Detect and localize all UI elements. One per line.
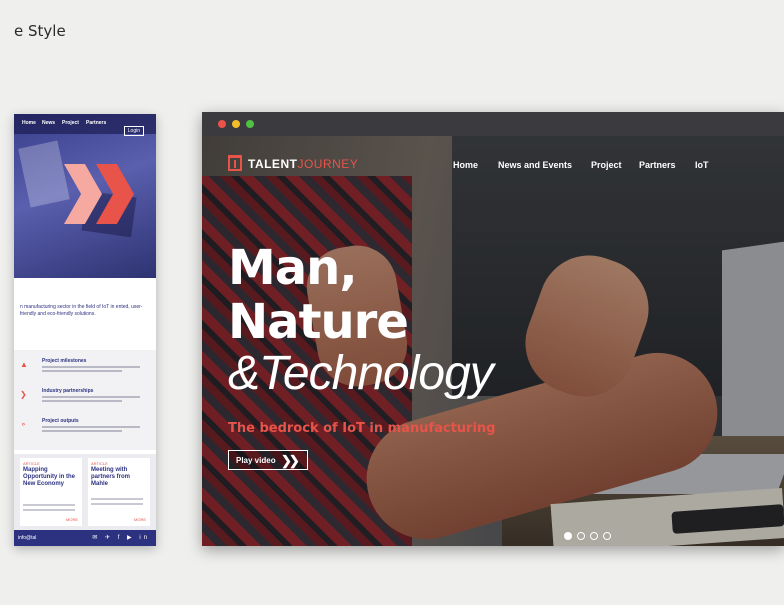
- mobile-nav-item[interactable]: Home: [22, 120, 36, 126]
- browser-mockup: TALENTJOURNEY Home News and Events Proje…: [202, 112, 784, 546]
- article-card[interactable]: ARTICLE Meeting with partners from Mahle…: [88, 458, 150, 526]
- brand-name-bold: TALENT: [248, 157, 298, 171]
- text-line: [91, 498, 143, 500]
- carousel-dot[interactable]: [590, 532, 598, 540]
- text-line: [23, 504, 75, 506]
- hero-title-line: &Technology: [228, 347, 494, 400]
- carousel-dot[interactable]: [577, 532, 585, 540]
- mobile-features-panel: ▲ Project milestones ❯ Industry partners…: [14, 350, 156, 450]
- play-video-label: Play video: [236, 456, 276, 465]
- feature-item: ▲ Project milestones: [20, 358, 150, 382]
- hero-title-line: Man,: [228, 240, 358, 296]
- talent-journey-logo-icon[interactable]: [228, 155, 242, 171]
- text-line: [42, 370, 122, 372]
- card-title: Meeting with partners from Mahle: [91, 467, 131, 487]
- maximize-window-icon[interactable]: [246, 120, 254, 128]
- mobile-login-button[interactable]: Login: [123, 126, 144, 136]
- mobile-mockup: Home News Project Partners Login n manuf…: [14, 114, 156, 546]
- text-line: [91, 503, 143, 505]
- carousel-dot[interactable]: [564, 532, 572, 540]
- hero-title-line: Nature: [228, 294, 409, 350]
- nav-news-and-events[interactable]: News and Events: [498, 160, 572, 170]
- card-title: Mapping Opportunity in the New Economy: [23, 467, 75, 487]
- mobile-hero: Home News Project Partners Login: [14, 114, 156, 278]
- minimize-window-icon[interactable]: [232, 120, 240, 128]
- double-chevron-right-icon: ❯❯: [281, 453, 300, 468]
- feature-item: ⚬ Project outputs: [20, 418, 150, 442]
- hero-section: TALENTJOURNEY Home News and Events Proje…: [202, 136, 784, 546]
- card-tag: ARTICLE: [91, 461, 108, 466]
- nav-partners[interactable]: Partners: [639, 160, 676, 170]
- text-line: [42, 426, 140, 428]
- outputs-icon: ⚬: [20, 420, 27, 429]
- text-line: [42, 400, 122, 402]
- play-video-button[interactable]: Play video ❯❯: [228, 450, 308, 470]
- nav-project[interactable]: Project: [591, 160, 622, 170]
- hero-photo-shape: [18, 140, 70, 208]
- chevron-right-icon: ❯: [20, 390, 27, 399]
- card-tag: ARTICLE: [23, 461, 40, 466]
- mobile-nav-item[interactable]: News: [42, 120, 55, 126]
- feature-title: Project milestones: [42, 358, 87, 364]
- mobile-nav-item[interactable]: Project: [62, 120, 79, 126]
- carousel-dot[interactable]: [603, 532, 611, 540]
- hero-subheading: The bedrock of IoT in manufacturing: [228, 421, 496, 436]
- feature-title: Project outputs: [42, 418, 79, 424]
- mobile-footer: info@tal ✉ ✈ f ▶ in: [14, 530, 156, 546]
- mobile-intro-text: n manufacturing sector in the field of I…: [20, 304, 143, 317]
- text-line: [23, 509, 75, 511]
- nav-iot[interactable]: IoT: [695, 160, 709, 170]
- card-more-link[interactable]: MORE: [134, 517, 146, 522]
- page-heading: e Style: [14, 22, 66, 40]
- milestone-icon: ▲: [20, 360, 28, 369]
- text-line: [42, 366, 140, 368]
- nav-home[interactable]: Home: [453, 160, 478, 170]
- footer-email[interactable]: info@tal: [18, 535, 36, 541]
- brand-name-light: JOURNEY: [297, 157, 359, 171]
- text-line: [42, 396, 140, 398]
- browser-titlebar: [202, 112, 784, 136]
- feature-item: ❯ Industry partnerships: [20, 388, 150, 412]
- feature-title: Industry partnerships: [42, 388, 94, 394]
- social-icons[interactable]: ✉ ✈ f ▶ in: [92, 534, 150, 541]
- card-more-link[interactable]: MORE: [66, 517, 78, 522]
- mobile-cards: ARTICLE Mapping Opportunity in the New E…: [14, 454, 156, 530]
- text-line: [42, 430, 122, 432]
- mobile-nav-item[interactable]: Partners: [86, 120, 106, 126]
- article-card[interactable]: ARTICLE Mapping Opportunity in the New E…: [20, 458, 82, 526]
- brand-logo[interactable]: TALENTJOURNEY: [248, 157, 358, 171]
- close-window-icon[interactable]: [218, 120, 226, 128]
